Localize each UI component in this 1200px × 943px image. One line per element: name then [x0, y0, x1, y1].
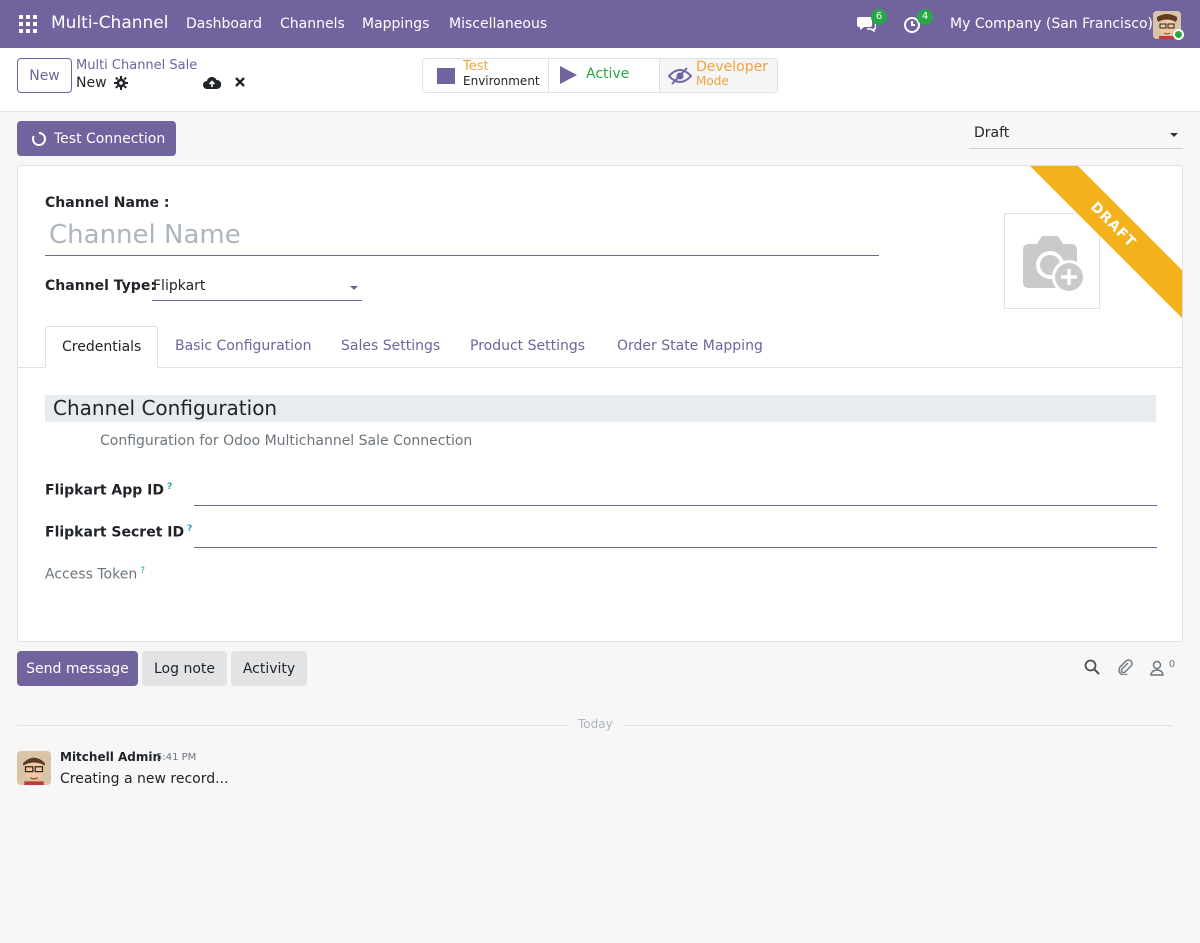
channel-type-select[interactable]: Flipkart [152, 274, 362, 301]
send-message-button[interactable]: Send message [17, 651, 138, 686]
tab-product-settings[interactable]: Product Settings [454, 326, 601, 368]
tab-basic-configuration[interactable]: Basic Configuration [159, 326, 327, 368]
tab-sales-settings[interactable]: Sales Settings [325, 326, 456, 368]
app-id-label-text: Flipkart App ID [45, 482, 164, 499]
followers-button[interactable]: 0 [1150, 659, 1175, 677]
spinner-icon [32, 131, 46, 146]
apps-menu-icon[interactable] [19, 15, 37, 33]
channel-name-input[interactable]: Channel Name [45, 214, 879, 256]
square-icon [437, 68, 455, 84]
tab-order-state-mapping[interactable]: Order State Mapping [601, 326, 779, 368]
gear-icon[interactable] [114, 76, 128, 94]
chevron-down-icon [1170, 133, 1178, 137]
message-author[interactable]: Mitchell Admin [60, 750, 161, 764]
control-panel: New Multi Channel Sale New Test Environm… [0, 48, 1200, 112]
app-id-input[interactable] [194, 482, 1157, 506]
save-cloud-icon[interactable] [203, 76, 222, 94]
section-subtitle: Configuration for Odoo Multichannel Sale… [100, 433, 473, 449]
secret-id-label: Flipkart Secret ID? [45, 524, 192, 541]
messages-button[interactable]: 6 [856, 9, 887, 35]
divider [17, 725, 568, 726]
company-switcher[interactable]: My Company (San Francisco) [950, 16, 1153, 32]
channel-type-label: Channel Type: [45, 278, 156, 294]
access-token-label-text: Access Token [45, 566, 138, 583]
secret-id-label-text: Flipkart Secret ID [45, 524, 185, 541]
test-connection-button[interactable]: Test Connection [17, 121, 176, 156]
environment-status-button[interactable]: Test Environment [423, 59, 549, 92]
paperclip-icon[interactable] [1117, 659, 1133, 679]
channel-type-value: Flipkart [153, 278, 206, 294]
eye-slash-icon [668, 67, 692, 85]
search-icon[interactable] [1084, 659, 1100, 679]
breadcrumb-parent[interactable]: Multi Channel Sale [76, 58, 197, 73]
activities-badge: 4 [917, 9, 933, 25]
today-separator: Today [578, 717, 613, 731]
test-connection-label: Test Connection [54, 130, 166, 147]
access-token-label: Access Token? [45, 566, 145, 583]
app-name[interactable]: Multi-Channel [51, 13, 168, 33]
breadcrumb-current: New [76, 75, 107, 91]
draft-ribbon-label: DRAFT [1019, 166, 1182, 319]
avatar-face-icon [17, 751, 51, 785]
message-author-avatar[interactable] [17, 751, 51, 785]
channel-name-label: Channel Name : [45, 195, 170, 211]
followers-count: 0 [1168, 659, 1176, 670]
menu-dashboard[interactable]: Dashboard [186, 16, 262, 32]
notebook-tabs: Credentials Basic Configuration Sales Se… [18, 326, 1182, 368]
secret-id-input[interactable] [194, 524, 1157, 548]
app-id-label: Flipkart App ID? [45, 482, 172, 499]
help-icon[interactable]: ? [140, 566, 145, 576]
active-status-button[interactable]: Active [549, 59, 660, 92]
help-icon[interactable]: ? [167, 482, 172, 492]
log-note-button[interactable]: Log note [142, 651, 227, 686]
environment-status-top: Test [463, 59, 489, 74]
form-sheet: Channel Name : Channel Name Channel Type… [17, 165, 1183, 642]
section-title: Channel Configuration [45, 395, 1156, 422]
draft-ribbon: DRAFT [1012, 166, 1182, 336]
divider [624, 725, 1173, 726]
state-select[interactable]: Draft [969, 121, 1183, 149]
activities-button[interactable]: 4 [903, 9, 933, 35]
chevron-down-icon [350, 286, 358, 290]
state-select-value: Draft [974, 125, 1010, 141]
status-buttons: Test Environment Active Developer Mode [422, 58, 778, 93]
developer-mode-bottom: Mode [696, 74, 729, 88]
environment-status-bottom: Environment [463, 74, 540, 88]
active-status-label: Active [586, 66, 630, 82]
menu-channels[interactable]: Channels [280, 16, 345, 32]
new-button[interactable]: New [17, 58, 72, 93]
developer-mode-top: Developer [696, 59, 769, 75]
menu-mappings[interactable]: Mappings [362, 16, 429, 32]
developer-mode-button[interactable]: Developer Mode [660, 59, 777, 92]
message-time: 5:41 PM [156, 752, 197, 763]
messages-badge: 6 [871, 9, 887, 25]
menu-miscellaneous[interactable]: Miscellaneous [449, 16, 547, 32]
activity-button[interactable]: Activity [231, 651, 307, 686]
discard-close-icon[interactable] [234, 74, 246, 92]
top-navbar: Multi-Channel Dashboard Channels Mapping… [0, 0, 1200, 48]
tab-credentials[interactable]: Credentials [45, 326, 159, 368]
help-icon[interactable]: ? [187, 524, 192, 534]
online-status-dot [1173, 29, 1184, 40]
play-icon [560, 66, 577, 84]
message-body: Creating a new record... [60, 771, 229, 787]
user-icon [1150, 660, 1164, 676]
